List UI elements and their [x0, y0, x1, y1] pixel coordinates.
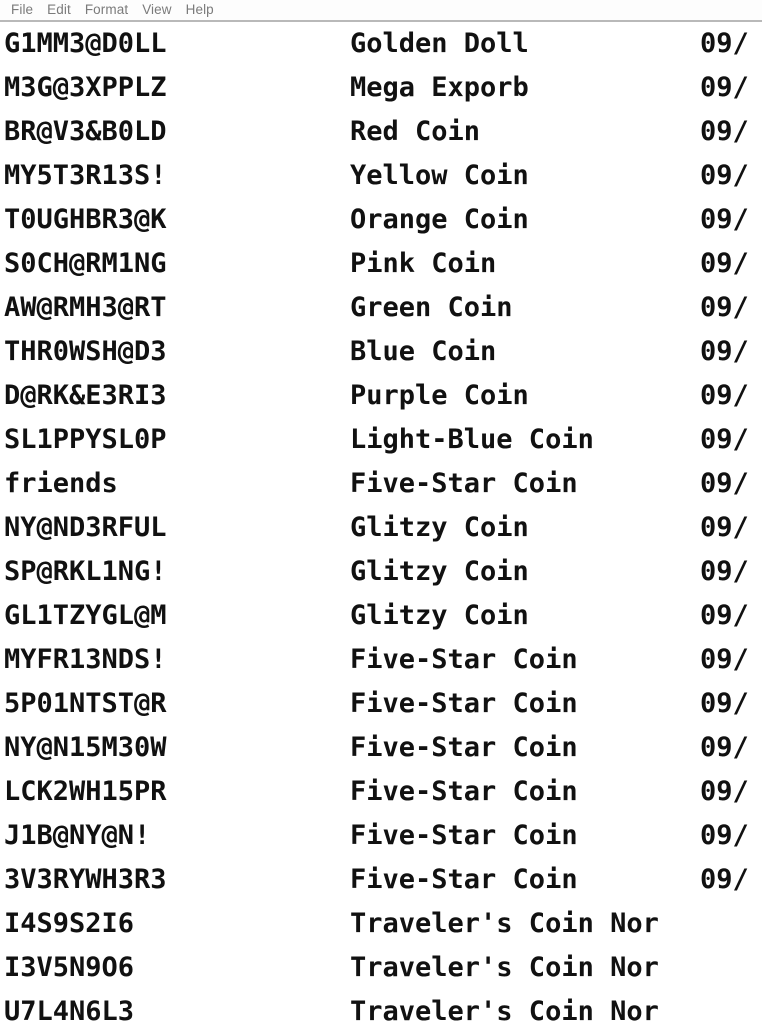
text-line: S0CH@RM1NG Pink Coin 09/ — [0, 242, 762, 286]
redeem-code: GL1TZYGL@M — [4, 600, 167, 631]
reward-item: Mega Exporb — [350, 72, 529, 103]
text-line: AW@RMH3@RT Green Coin 09/ — [0, 286, 762, 330]
menu-item-help[interactable]: Help — [179, 1, 221, 19]
text-line: NY@N15M30W Five-Star Coin 09/ — [0, 726, 762, 770]
text-line: I4S9S2I6 Traveler's Coin Nor — [0, 902, 762, 946]
expiry-date: 09/ — [700, 864, 749, 895]
reward-item: Glitzy Coin — [350, 512, 529, 543]
text-line: NY@ND3RFUL Glitzy Coin 09/ — [0, 506, 762, 550]
redeem-code: BR@V3&B0LD — [4, 116, 167, 147]
redeem-code: M3G@3XPPLZ — [4, 72, 167, 103]
expiry-date: 09/ — [700, 72, 749, 103]
text-line: MYFR13NDS! Five-Star Coin 09/ — [0, 638, 762, 682]
reward-item: Five-Star Coin — [350, 468, 578, 499]
reward-item: Yellow Coin — [350, 160, 529, 191]
redeem-code: D@RK&E3RI3 — [4, 380, 167, 411]
redeem-code: G1MM3@D0LL — [4, 28, 167, 59]
expiry-date: 09/ — [700, 512, 749, 543]
expiry-date: 09/ — [700, 248, 749, 279]
reward-item: Orange Coin — [350, 204, 529, 235]
expiry-date: 09/ — [700, 644, 749, 675]
reward-item: Five-Star Coin — [350, 820, 578, 851]
reward-item: Traveler's Coin Nor — [350, 996, 659, 1024]
expiry-date: 09/ — [700, 380, 749, 411]
redeem-code: friends — [4, 468, 118, 499]
reward-item: Five-Star Coin — [350, 732, 578, 763]
redeem-code: 5P01NTST@R — [4, 688, 167, 719]
redeem-code: MY5T3R13S! — [4, 160, 167, 191]
redeem-code: U7L4N6L3 — [4, 996, 135, 1024]
redeem-code: I3V5N9O6 — [4, 952, 135, 983]
text-line: GL1TZYGL@M Glitzy Coin 09/ — [0, 594, 762, 638]
redeem-code: 3V3RYWH3R3 — [4, 864, 167, 895]
text-line: BR@V3&B0LD Red Coin 09/ — [0, 110, 762, 154]
reward-item: Green Coin — [350, 292, 513, 323]
text-line: 5P01NTST@R Five-Star Coin 09/ — [0, 682, 762, 726]
menu-bar: File Edit Format View Help — [0, 0, 762, 22]
redeem-code: T0UGHBR3@K — [4, 204, 167, 235]
text-line: friends Five-Star Coin 09/ — [0, 462, 762, 506]
reward-item: Five-Star Coin — [350, 688, 578, 719]
expiry-date: 09/ — [700, 820, 749, 851]
expiry-date: 09/ — [700, 336, 749, 367]
expiry-date: 09/ — [700, 688, 749, 719]
menu-item-file[interactable]: File — [4, 1, 40, 19]
menu-item-view[interactable]: View — [135, 1, 178, 19]
expiry-date: 09/ — [700, 292, 749, 323]
reward-item: Five-Star Coin — [350, 864, 578, 895]
reward-item: Traveler's Coin Nor — [350, 908, 659, 939]
reward-item: Red Coin — [350, 116, 481, 147]
redeem-code: S0CH@RM1NG — [4, 248, 167, 279]
text-line: D@RK&E3RI3 Purple Coin 09/ — [0, 374, 762, 418]
text-line: SP@RKL1NG! Glitzy Coin 09/ — [0, 550, 762, 594]
redeem-code: NY@N15M30W — [4, 732, 167, 763]
expiry-date: 09/ — [700, 776, 749, 807]
expiry-date: 09/ — [700, 204, 749, 235]
expiry-date: 09/ — [700, 556, 749, 587]
reward-item: Five-Star Coin — [350, 644, 578, 675]
redeem-code: THR0WSH@D3 — [4, 336, 167, 367]
menu-item-format[interactable]: Format — [78, 1, 135, 19]
reward-item: Golden Doll — [350, 28, 529, 59]
reward-item: Traveler's Coin Nor — [350, 952, 659, 983]
text-line: M3G@3XPPLZ Mega Exporb 09/ — [0, 66, 762, 110]
expiry-date: 09/ — [700, 160, 749, 191]
reward-item: Glitzy Coin — [350, 600, 529, 631]
expiry-date: 09/ — [700, 468, 749, 499]
expiry-date: 09/ — [700, 28, 749, 59]
text-line: G1MM3@D0LL Golden Doll 09/ — [0, 22, 762, 66]
reward-item: Light-Blue Coin — [350, 424, 594, 455]
expiry-date: 09/ — [700, 116, 749, 147]
text-line: SL1PPYSL0P Light-Blue Coin 09/ — [0, 418, 762, 462]
redeem-code: I4S9S2I6 — [4, 908, 135, 939]
redeem-code: LCK2WH15PR — [4, 776, 167, 807]
text-line: LCK2WH15PR Five-Star Coin 09/ — [0, 770, 762, 814]
document-lines: G1MM3@D0LL Golden Doll 09/M3G@3XPPLZ Mega E… — [0, 22, 762, 1024]
reward-item: Blue Coin — [350, 336, 497, 367]
expiry-date: 09/ — [700, 732, 749, 763]
text-line: U7L4N6L3 Traveler's Coin Nor — [0, 990, 762, 1024]
text-line: I3V5N9O6 Traveler's Coin Nor — [0, 946, 762, 990]
reward-item: Five-Star Coin — [350, 776, 578, 807]
reward-item: Pink Coin — [350, 248, 497, 279]
menu-item-edit[interactable]: Edit — [40, 1, 78, 19]
redeem-code: SP@RKL1NG! — [4, 556, 167, 587]
expiry-date: 09/ — [700, 600, 749, 631]
expiry-date: 09/ — [700, 424, 749, 455]
text-line: 3V3RYWH3R3 Five-Star Coin 09/ — [0, 858, 762, 902]
reward-item: Purple Coin — [350, 380, 529, 411]
redeem-code: AW@RMH3@RT — [4, 292, 167, 323]
redeem-code: NY@ND3RFUL — [4, 512, 167, 543]
text-line: J1B@NY@N! Five-Star Coin 09/ — [0, 814, 762, 858]
text-line: T0UGHBR3@K Orange Coin 09/ — [0, 198, 762, 242]
text-line: MY5T3R13S! Yellow Coin 09/ — [0, 154, 762, 198]
text-line: THR0WSH@D3 Blue Coin 09/ — [0, 330, 762, 374]
notepad-window: File Edit Format View Help G1MM3@D0LL Gol… — [0, 0, 762, 1024]
redeem-code: MYFR13NDS! — [4, 644, 167, 675]
reward-item: Glitzy Coin — [350, 556, 529, 587]
text-editor-area[interactable]: G1MM3@D0LL Golden Doll 09/M3G@3XPPLZ Mega E… — [0, 22, 762, 1024]
redeem-code: J1B@NY@N! — [4, 820, 151, 851]
redeem-code: SL1PPYSL0P — [4, 424, 167, 455]
